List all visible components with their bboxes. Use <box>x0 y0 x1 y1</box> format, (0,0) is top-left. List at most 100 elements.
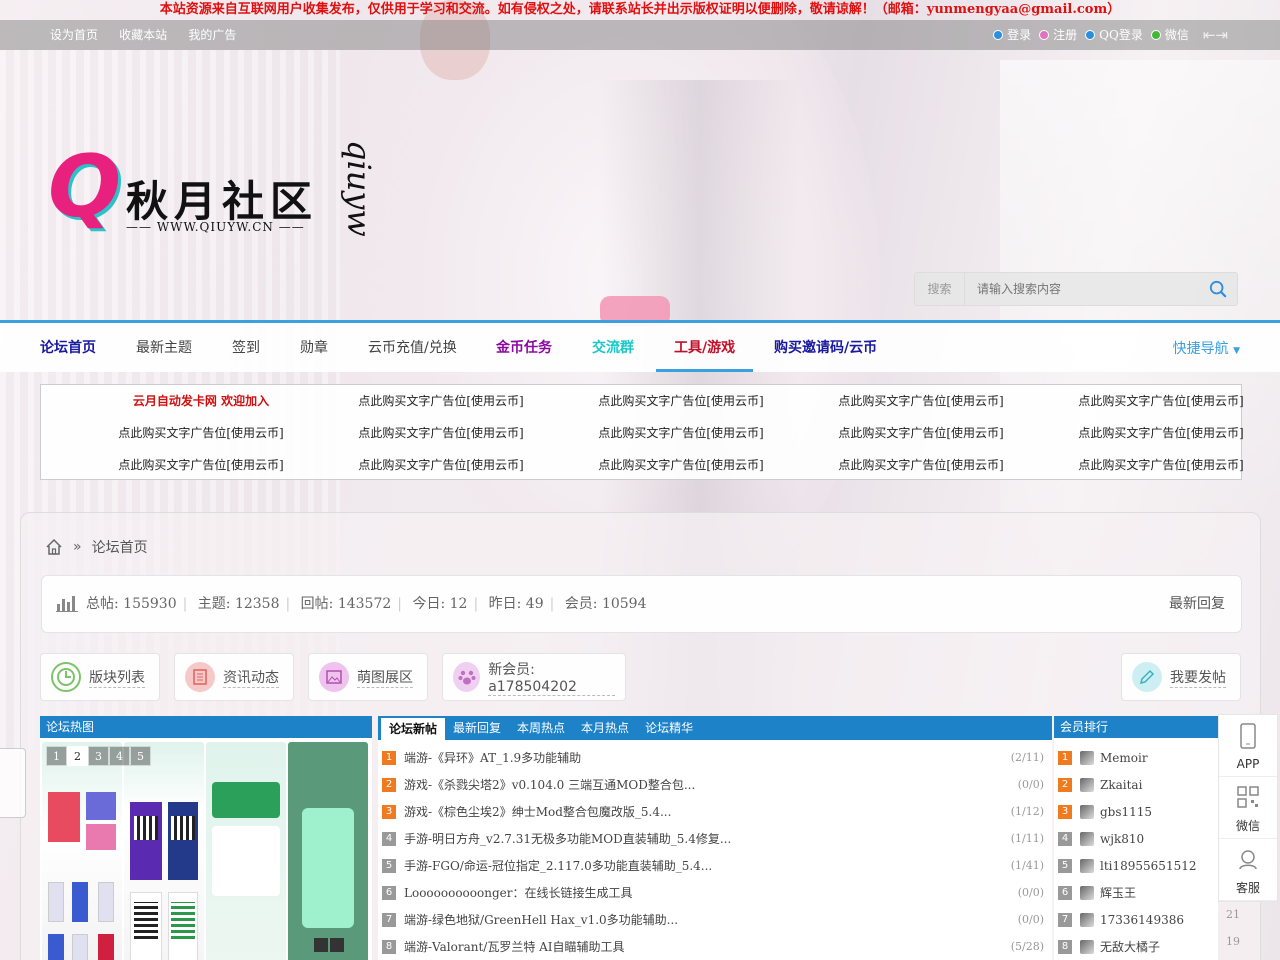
thread-title[interactable]: 端游-绿色地狱/GreenHell Hax_v1.0多功能辅助... <box>404 911 678 928</box>
pager-button[interactable]: 5 <box>130 746 151 766</box>
ad-link[interactable]: 点此购买文字广告位[使用云币] <box>1041 449 1280 481</box>
search-input[interactable] <box>967 273 1203 305</box>
tab-latest-replies[interactable]: 最新回复 <box>445 716 509 740</box>
thread-title[interactable]: 手游-FGO/命运-冠位指定_2.117.0多功能直装辅助_5.4... <box>404 857 712 874</box>
width-toggle-icon[interactable]: ⇤⇥ <box>1203 20 1228 50</box>
wechat-button[interactable]: 微信 <box>1219 777 1277 839</box>
breadcrumb-current[interactable]: 论坛首页 <box>92 537 148 557</box>
ad-link[interactable]: 点此购买文字广告位[使用云币] <box>801 449 1041 481</box>
ad-link[interactable]: 点此购买文字广告位[使用云币] <box>321 449 561 481</box>
forum-list-button[interactable]: 版块列表 <box>40 653 160 701</box>
screenshot-image[interactable] <box>288 742 368 960</box>
ad-link[interactable]: 点此购买文字广告位[使用云币] <box>81 449 321 481</box>
ranking-scores: 21 19 <box>1226 908 1240 948</box>
nav-chat-group[interactable]: 交流群 <box>592 323 634 372</box>
ranking-row[interactable]: 8 无敌大橘子 <box>1054 933 1254 960</box>
tab-weekly-hot[interactable]: 本周热点 <box>509 716 573 740</box>
main-nav: 论坛首页 最新主题 签到 勋章 云币充值/兑换 金币任务 交流群 工具/游戏 购… <box>0 320 1280 372</box>
login-link[interactable]: 登录 <box>993 20 1031 50</box>
thread-title[interactable]: 手游-明日方舟_v2.7.31无极多功能MOD直装辅助_5.4修复... <box>404 830 731 847</box>
nav-gold-tasks[interactable]: 金币任务 <box>496 323 552 372</box>
thread-list: 1 端游-《异环》AT_1.9多功能辅助 (2/11) 2 游戏-《杀戮尖塔2》v0.… <box>378 744 1052 960</box>
member-name[interactable]: Memoir <box>1100 751 1148 765</box>
ranking-score: 21 <box>1226 908 1240 921</box>
search-type-label[interactable]: 搜索 <box>915 273 965 305</box>
tab-featured[interactable]: 论坛精华 <box>637 716 701 740</box>
pager-button[interactable]: 4 <box>109 746 130 766</box>
latest-reply-link[interactable]: 最新回复 <box>1169 576 1225 632</box>
hot-images-slider[interactable] <box>40 742 372 960</box>
new-member-button[interactable]: 新会员: a178504202 <box>442 653 626 701</box>
ad-link[interactable]: 点此购买文字广告位[使用云币] <box>561 385 801 417</box>
tab-monthly-hot[interactable]: 本月热点 <box>573 716 637 740</box>
thread-title[interactable]: Loooooooooonger：在线长链接生成工具 <box>404 884 632 901</box>
ad-link[interactable]: 点此购买文字广告位[使用云币] <box>81 417 321 449</box>
member-name[interactable]: lti18955651512 <box>1100 859 1196 873</box>
screenshot-image[interactable] <box>124 742 204 960</box>
bookmark-link[interactable]: 收藏本站 <box>119 28 167 42</box>
thread-row[interactable]: 7 端游-绿色地狱/GreenHell Hax_v1.0多功能辅助... (0/0) <box>378 906 1052 933</box>
nav-forum-home[interactable]: 论坛首页 <box>40 323 96 372</box>
pager-button[interactable]: 1 <box>46 746 67 766</box>
ad-link[interactable]: 点此购买文字广告位[使用云币] <box>321 385 561 417</box>
thread-title[interactable]: 端游-Valorant/瓦罗兰特 AI自瞄辅助工具 <box>404 938 625 955</box>
ad-link[interactable]: 点此购买文字广告位[使用云币] <box>801 385 1041 417</box>
register-link[interactable]: 注册 <box>1039 20 1077 50</box>
ad-link[interactable]: 点此购买文字广告位[使用云币] <box>321 417 561 449</box>
thread-row[interactable]: 1 端游-《异环》AT_1.9多功能辅助 (2/11) <box>378 744 1052 771</box>
breadcrumb: » 论坛首页 <box>45 537 148 557</box>
member-name[interactable]: Zkaitai <box>1100 778 1142 792</box>
member-name[interactable]: 无敌大橘子 <box>1100 938 1160 955</box>
set-homepage-link[interactable]: 设为首页 <box>50 28 98 42</box>
nav-tools-games[interactable]: 工具/游戏 <box>656 323 754 372</box>
home-icon[interactable] <box>45 538 63 556</box>
avatar <box>1080 858 1094 873</box>
thread-row[interactable]: 5 手游-FGO/命运-冠位指定_2.117.0多功能直装辅助_5.4... (1/… <box>378 852 1052 879</box>
news-button[interactable]: 资讯动态 <box>174 653 294 701</box>
site-logo[interactable]: Q 秋月社区 —— WWW.QIUYW.CN —— qiuyw <box>48 140 378 260</box>
new-post-button[interactable]: 我要发帖 <box>1121 653 1241 701</box>
member-name[interactable]: gbs1115 <box>1100 805 1152 819</box>
thread-row[interactable]: 6 Loooooooooonger：在线长链接生成工具 (0/0) <box>378 879 1052 906</box>
screenshot-image[interactable] <box>42 742 122 960</box>
pager-button[interactable]: 3 <box>88 746 109 766</box>
my-ads-link[interactable]: 我的广告 <box>188 28 236 42</box>
ad-link[interactable]: 点此购买文字广告位[使用云币] <box>561 417 801 449</box>
ad-link[interactable]: 点此购买文字广告位[使用云币] <box>801 417 1041 449</box>
thread-title[interactable]: 游戏-《棕色尘埃2》绅士Mod整合包魔改版_5.4... <box>404 803 671 820</box>
thread-row[interactable]: 4 手游-明日方舟_v2.7.31无极多功能MOD直装辅助_5.4修复... (1/… <box>378 825 1052 852</box>
member-name[interactable]: 辉玉王 <box>1100 884 1136 901</box>
thread-count: (2/11) <box>1010 751 1044 764</box>
app-button[interactable]: APP <box>1219 715 1277 777</box>
nav-buy-invite[interactable]: 购买邀请码/云币 <box>774 323 877 372</box>
customer-service-button[interactable]: 客服 <box>1219 839 1277 901</box>
thread-count: (5/28) <box>1010 940 1044 953</box>
pager-button[interactable]: 2 <box>67 746 88 766</box>
search-box: 搜索 <box>914 272 1238 306</box>
screenshot-image[interactable] <box>206 742 286 960</box>
ranking-row[interactable]: 7 17336149386 <box>1054 906 1254 933</box>
qq-login-link[interactable]: QQ登录 <box>1085 20 1143 50</box>
ad-link[interactable]: 云月自动发卡网 欢迎加入 <box>81 385 321 417</box>
ad-link[interactable]: 点此购买文字广告位[使用云币] <box>1041 417 1280 449</box>
gallery-button[interactable]: 萌图展区 <box>308 653 428 701</box>
thread-row[interactable]: 3 游戏-《棕色尘埃2》绅士Mod整合包魔改版_5.4... (1/12) <box>378 798 1052 825</box>
nav-latest-threads[interactable]: 最新主题 <box>136 323 192 372</box>
thread-row[interactable]: 2 游戏-《杀戮尖塔2》v0.104.0 三端互通MOD整合包... (0/0) <box>378 771 1052 798</box>
member-name[interactable]: wjk810 <box>1100 832 1144 846</box>
search-icon[interactable] <box>1209 280 1227 298</box>
quick-nav-menu[interactable]: 快捷导航 ▼ <box>1173 323 1240 377</box>
ad-link[interactable]: 点此购买文字广告位[使用云币] <box>1041 385 1280 417</box>
nav-coin-recharge[interactable]: 云币充值/兑换 <box>368 323 457 372</box>
ad-link[interactable]: 点此购买文字广告位[使用云币] <box>561 449 801 481</box>
nav-checkin[interactable]: 签到 <box>232 323 260 372</box>
nav-medals[interactable]: 勋章 <box>300 323 328 372</box>
side-tab[interactable] <box>0 748 26 818</box>
thread-row[interactable]: 8 端游-Valorant/瓦罗兰特 AI自瞄辅助工具 (5/28) <box>378 933 1052 960</box>
stat-total-posts: 总帖: 155930 <box>86 596 177 612</box>
member-name[interactable]: 17336149386 <box>1100 913 1184 927</box>
thread-title[interactable]: 端游-《异环》AT_1.9多功能辅助 <box>404 749 581 766</box>
tab-new-threads[interactable]: 论坛新帖 <box>378 716 446 740</box>
thread-title[interactable]: 游戏-《杀戮尖塔2》v0.104.0 三端互通MOD整合包... <box>404 776 695 793</box>
wechat-login-link[interactable]: 微信 <box>1150 20 1189 50</box>
